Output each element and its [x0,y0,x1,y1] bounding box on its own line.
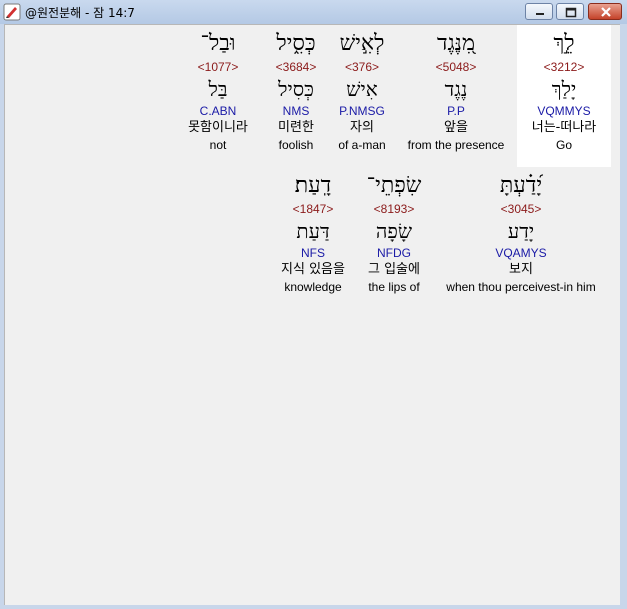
english-gloss: not [209,138,227,152]
minimize-icon [536,13,544,15]
korean-gloss: 미련한 [278,120,314,135]
parsing-code: P.NMSG [339,104,385,118]
app-window: @원전분해 - 잠 14:7 לֵ֣ךְ <3212> יָלַךְ VQMMY… [0,0,627,609]
hebrew-root: שָׂפָה [375,219,413,243]
hebrew-word: לֵ֣ךְ [553,31,575,56]
english-gloss: from the presence [407,138,505,152]
korean-gloss: 보지 [509,262,533,277]
hebrew-word: וּבַל־ [200,31,236,56]
window-frame-right [619,24,627,604]
word-block[interactable]: וּבַל־ <1077> בַּל C.ABN 못함이니라 not [177,25,259,167]
strong-number[interactable]: <3045> [433,201,609,217]
hebrew-word: שִׂפְתֵי־ [366,173,422,198]
english-gloss: the lips of [368,280,420,294]
korean-gloss: 앞을 [444,120,468,135]
close-icon [601,7,611,17]
english-gloss: Go [555,138,572,152]
parsing-code: P.P [447,104,465,118]
hebrew-word: יָ֝דַ֗עְתָּ [499,173,543,198]
close-button[interactable] [588,3,622,20]
hebrew-root: בַּל [208,77,228,101]
hebrew-root: נֶגֶד [444,77,468,101]
word-block[interactable]: שִׂפְתֵי־ <8193> שָׂפָה NFDG 그 입술에 the l… [359,167,429,309]
word-block[interactable]: לְאִ֣ישׁ <376> אִישׁ P.NMSG 자의 of a-man [329,25,395,167]
hebrew-word: מִ֭נֶּגֶד [436,31,476,56]
hebrew-word: כְּסִ֑יל [276,31,316,56]
parsing-code: NMS [282,104,310,118]
parsing-code: C.ABN [199,104,237,118]
strong-number[interactable]: <5048> [401,59,511,75]
parsing-code: VQAMYS [495,246,547,260]
word-block[interactable]: כְּסִ֑יל <3684> כְּסִיל NMS 미련한 foolish [263,25,329,167]
maximize-button[interactable] [556,3,584,20]
strong-number[interactable]: <376> [329,59,395,75]
english-gloss: of a-man [338,138,386,152]
strong-number[interactable]: <3212> [517,59,611,75]
strong-number[interactable]: <1077> [177,59,259,75]
korean-gloss: 그 입술에 [368,262,420,277]
maximize-icon [565,7,577,18]
interlinear-view: לֵ֣ךְ <3212> יָלַךְ VQMMYS 너는-떠나라 Go מִ֭… [4,24,620,605]
strong-number[interactable]: <1847> [271,201,355,217]
title-bar[interactable]: @원전분해 - 잠 14:7 [0,0,627,25]
word-block[interactable]: לֵ֣ךְ <3212> יָלַךְ VQMMYS 너는-떠나라 Go [517,25,611,167]
app-icon [3,3,21,21]
hebrew-root: כְּסִיל [278,77,314,101]
parsing-code: VQMMYS [537,104,591,118]
english-gloss: foolish [278,138,314,152]
hebrew-word: לְאִ֣ישׁ [339,31,385,56]
korean-gloss: 지식 있음을 [281,262,345,277]
english-gloss: when thou perceivest-in him [446,280,596,294]
hebrew-root: יָדַע [507,219,535,243]
word-block[interactable]: יָ֝דַ֗עְתָּ <3045> יָדַע VQAMYS 보지 when … [433,167,609,309]
korean-gloss: 자의 [350,120,374,135]
english-gloss: knowledge [284,280,342,294]
minimize-button[interactable] [525,3,553,20]
strong-number[interactable]: <3684> [263,59,329,75]
korean-gloss: 너는-떠나라 [531,120,597,135]
parsing-code: NFDG [377,246,411,260]
window-title: @원전분해 - 잠 14:7 [25,6,135,20]
word-block[interactable]: מִ֭נֶּגֶד <5048> נֶגֶד P.P 앞을 from the p… [401,25,511,167]
hebrew-word: דָֽעַת׃ [294,173,332,198]
hebrew-root: דַּעַת [296,219,330,243]
word-block[interactable]: דָֽעַת׃ <1847> דַּעַת NFS 지식 있음을 knowled… [271,167,355,309]
hebrew-root: יָלַךְ [551,77,577,101]
korean-gloss: 못함이니라 [188,120,248,135]
strong-number[interactable]: <8193> [359,201,429,217]
parsing-code: NFS [301,246,325,260]
hebrew-root: אִישׁ [346,77,378,101]
